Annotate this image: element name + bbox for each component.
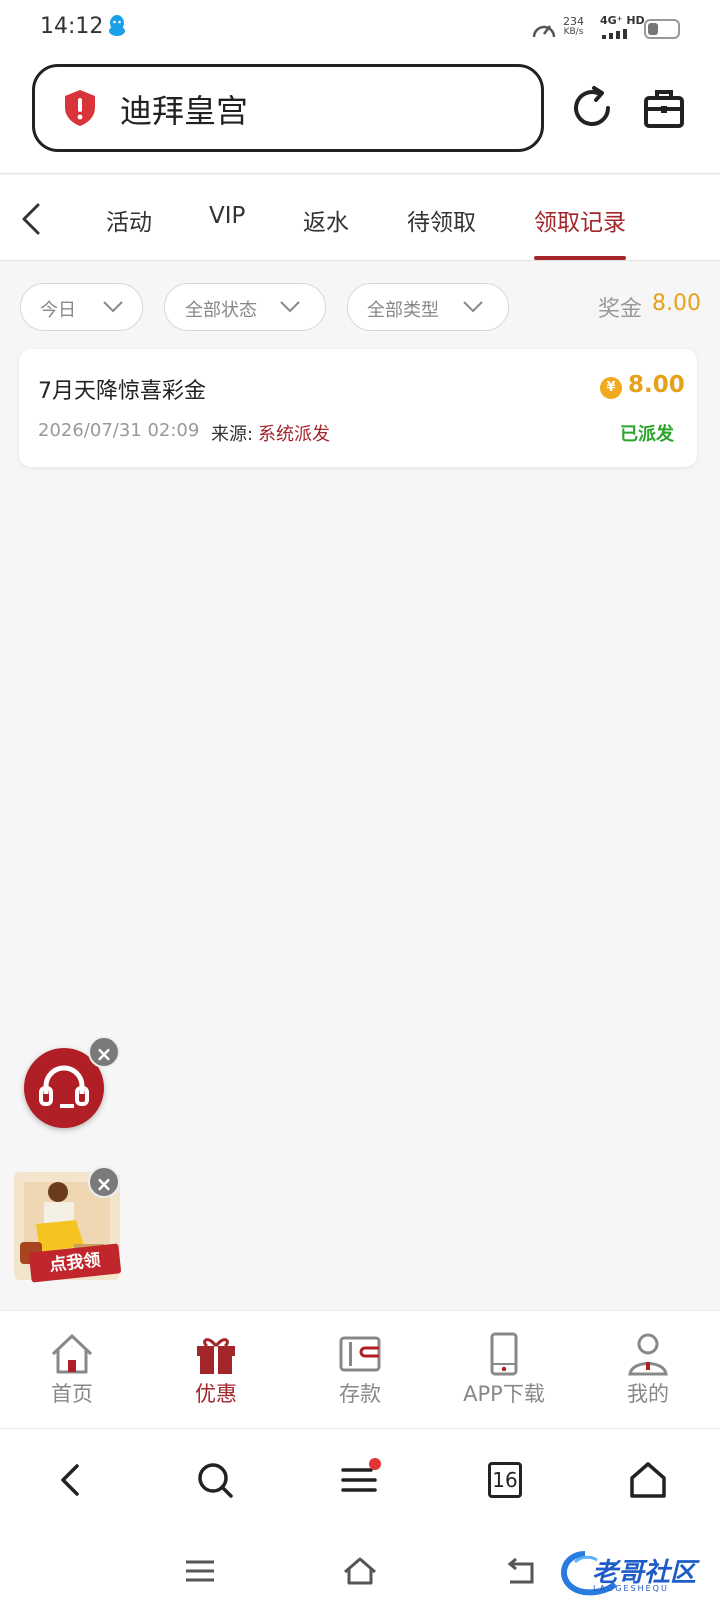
record-title: 7月天降惊喜彩金	[38, 379, 206, 404]
bonus-total-label: 奖金	[598, 297, 643, 322]
system-home-icon[interactable]	[342, 1554, 378, 1588]
close-service-button[interactable]: ×	[88, 1036, 120, 1068]
record-source-label: 来源:	[211, 424, 254, 445]
chevron-down-icon	[280, 301, 300, 313]
nav-promo-label[interactable]: 优惠	[144, 1378, 288, 1408]
signal-icon	[602, 29, 627, 39]
nav-deposit-label[interactable]: 存款	[288, 1378, 432, 1408]
qq-icon	[109, 15, 125, 36]
bonus-total-value: 8.00	[652, 291, 701, 316]
nav-app-download-label[interactable]: APP下载	[432, 1378, 576, 1408]
phone-icon[interactable]	[481, 1332, 527, 1376]
browser-home-icon[interactable]	[626, 1458, 670, 1502]
tab-rebate[interactable]: 返水	[303, 203, 349, 237]
gift-icon[interactable]	[193, 1332, 239, 1376]
nav-mine-label[interactable]: 我的	[576, 1378, 720, 1408]
url-text[interactable]: 迪拜皇宫	[120, 86, 248, 132]
back-arrow-icon[interactable]	[14, 197, 50, 241]
date-filter[interactable]	[20, 283, 143, 331]
tab-count-button[interactable]: 16	[488, 1462, 522, 1498]
record-card[interactable]	[19, 349, 697, 467]
close-promo-button[interactable]: ×	[88, 1166, 120, 1198]
browser-back-icon[interactable]	[49, 1458, 93, 1502]
date-filter-label: 今日	[40, 300, 76, 321]
active-tab-indicator	[534, 256, 626, 260]
recent-apps-icon[interactable]	[182, 1554, 218, 1588]
record-source-value: 系统派发	[258, 424, 330, 445]
tab-activity[interactable]: 活动	[106, 203, 152, 237]
menu-icon[interactable]	[337, 1458, 381, 1502]
network-speed: 234 KB/s	[563, 15, 584, 37]
system-back-icon[interactable]	[502, 1554, 538, 1588]
toolbox-icon[interactable]	[640, 84, 688, 132]
home-icon[interactable]	[49, 1332, 95, 1376]
watermark-subtext: LAOGESHEQU	[593, 1584, 669, 1593]
user-icon[interactable]	[625, 1332, 671, 1376]
record-datetime: 2026/07/31 02:09	[38, 420, 200, 441]
chevron-down-icon	[463, 301, 483, 313]
chevron-down-icon	[103, 301, 123, 313]
speedometer-icon	[532, 25, 556, 38]
reload-icon[interactable]	[568, 84, 616, 132]
status-filter-label: 全部状态	[185, 300, 257, 321]
type-filter-label: 全部类型	[367, 300, 439, 321]
search-icon[interactable]	[193, 1458, 237, 1502]
nav-home-label[interactable]: 首页	[0, 1378, 144, 1408]
tab-claim-records[interactable]: 领取记录	[534, 203, 626, 237]
network-indicator: 4G⁺ HD	[600, 14, 645, 42]
coin-icon: ¥	[600, 377, 622, 399]
url-bar[interactable]	[32, 64, 544, 152]
security-shield-icon[interactable]	[62, 88, 98, 128]
battery-icon	[644, 19, 680, 39]
record-amount: 8.00	[628, 372, 685, 398]
tab-vip[interactable]: VIP	[209, 203, 245, 229]
record-status: 已派发	[620, 424, 674, 445]
wallet-icon[interactable]	[337, 1332, 383, 1376]
status-time: 14:12	[40, 14, 104, 39]
tab-pending[interactable]: 待领取	[407, 203, 476, 237]
